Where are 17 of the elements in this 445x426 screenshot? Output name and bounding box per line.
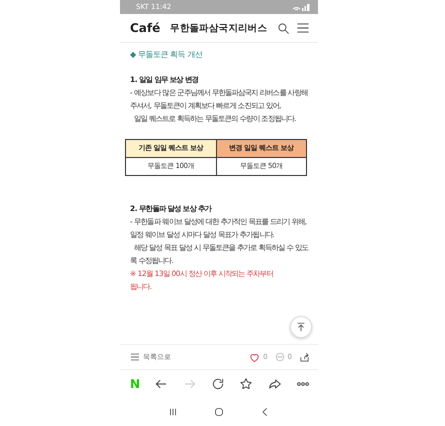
back-icon[interactable]: [154, 377, 168, 391]
recent-apps-icon[interactable]: [167, 406, 179, 418]
home-icon[interactable]: [213, 406, 225, 418]
signal-icon: [292, 4, 310, 10]
share-arrow-icon[interactable]: [268, 377, 282, 391]
scroll-top-button[interactable]: [290, 316, 312, 338]
section-title: ◆ 무돌토큰 획득 개선: [130, 49, 204, 61]
reload-icon[interactable]: [210, 377, 225, 391]
cafe-logo[interactable]: Café: [130, 21, 160, 35]
search-icon[interactable]: [277, 22, 290, 34]
heart-icon[interactable]: [249, 352, 260, 362]
share-icon[interactable]: [299, 352, 310, 362]
arrow-up-icon: [296, 322, 306, 332]
cafe-title: 무한돌파삼국지리버스: [169, 22, 268, 34]
menu-icon[interactable]: [296, 21, 310, 35]
list-icon[interactable]: [130, 352, 140, 362]
star-icon[interactable]: [239, 377, 254, 391]
